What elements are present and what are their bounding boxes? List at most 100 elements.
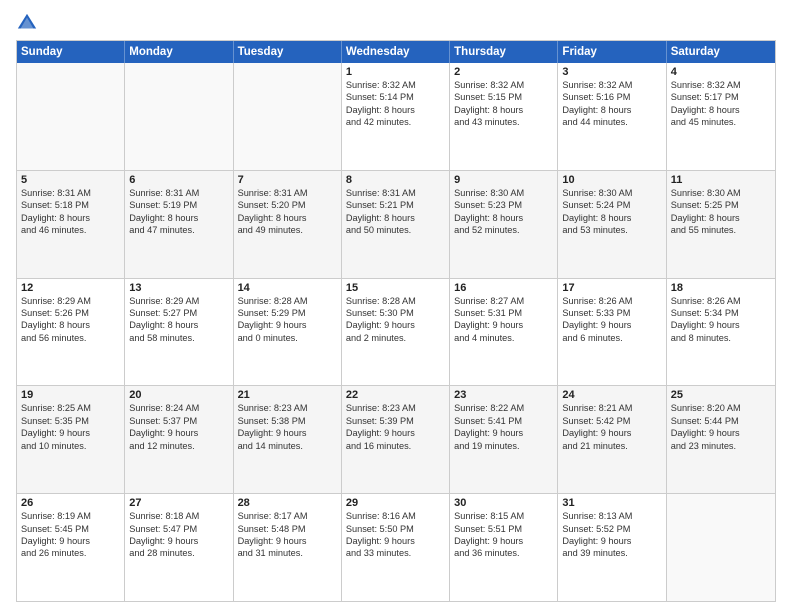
cell-info: Sunrise: 8:29 AMSunset: 5:27 PMDaylight:… [129, 295, 228, 345]
day-number: 19 [21, 389, 120, 401]
day-number: 12 [21, 282, 120, 294]
day-number: 27 [129, 497, 228, 509]
cell-info: Sunrise: 8:24 AMSunset: 5:37 PMDaylight:… [129, 402, 228, 452]
day-number: 16 [454, 282, 553, 294]
cal-header-tuesday: Tuesday [234, 41, 342, 63]
cal-cell-30: 30Sunrise: 8:15 AMSunset: 5:51 PMDayligh… [450, 494, 558, 601]
day-number: 21 [238, 389, 337, 401]
cell-info: Sunrise: 8:21 AMSunset: 5:42 PMDaylight:… [562, 402, 661, 452]
cal-header-saturday: Saturday [667, 41, 775, 63]
day-number: 15 [346, 282, 445, 294]
cell-info: Sunrise: 8:19 AMSunset: 5:45 PMDaylight:… [21, 510, 120, 560]
cell-info: Sunrise: 8:32 AMSunset: 5:17 PMDaylight:… [671, 79, 771, 129]
cal-header-monday: Monday [125, 41, 233, 63]
cell-info: Sunrise: 8:31 AMSunset: 5:18 PMDaylight:… [21, 187, 120, 237]
cal-cell-24: 24Sunrise: 8:21 AMSunset: 5:42 PMDayligh… [558, 386, 666, 493]
cal-cell-3: 3Sunrise: 8:32 AMSunset: 5:16 PMDaylight… [558, 63, 666, 170]
cal-cell-4: 4Sunrise: 8:32 AMSunset: 5:17 PMDaylight… [667, 63, 775, 170]
cell-info: Sunrise: 8:20 AMSunset: 5:44 PMDaylight:… [671, 402, 771, 452]
cell-info: Sunrise: 8:31 AMSunset: 5:21 PMDaylight:… [346, 187, 445, 237]
cal-week-5: 26Sunrise: 8:19 AMSunset: 5:45 PMDayligh… [17, 494, 775, 601]
day-number: 9 [454, 174, 553, 186]
day-number: 13 [129, 282, 228, 294]
cal-cell-10: 10Sunrise: 8:30 AMSunset: 5:24 PMDayligh… [558, 171, 666, 278]
cell-info: Sunrise: 8:27 AMSunset: 5:31 PMDaylight:… [454, 295, 553, 345]
cal-cell-27: 27Sunrise: 8:18 AMSunset: 5:47 PMDayligh… [125, 494, 233, 601]
cal-cell-23: 23Sunrise: 8:22 AMSunset: 5:41 PMDayligh… [450, 386, 558, 493]
cal-cell-9: 9Sunrise: 8:30 AMSunset: 5:23 PMDaylight… [450, 171, 558, 278]
cell-info: Sunrise: 8:22 AMSunset: 5:41 PMDaylight:… [454, 402, 553, 452]
cal-cell-6: 6Sunrise: 8:31 AMSunset: 5:19 PMDaylight… [125, 171, 233, 278]
cal-cell-15: 15Sunrise: 8:28 AMSunset: 5:30 PMDayligh… [342, 279, 450, 386]
calendar: SundayMondayTuesdayWednesdayThursdayFrid… [16, 40, 776, 602]
calendar-header: SundayMondayTuesdayWednesdayThursdayFrid… [17, 41, 775, 63]
day-number: 18 [671, 282, 771, 294]
cell-info: Sunrise: 8:13 AMSunset: 5:52 PMDaylight:… [562, 510, 661, 560]
cal-cell-18: 18Sunrise: 8:26 AMSunset: 5:34 PMDayligh… [667, 279, 775, 386]
day-number: 1 [346, 66, 445, 78]
cal-cell-2: 2Sunrise: 8:32 AMSunset: 5:15 PMDaylight… [450, 63, 558, 170]
cal-week-3: 12Sunrise: 8:29 AMSunset: 5:26 PMDayligh… [17, 279, 775, 387]
cell-info: Sunrise: 8:25 AMSunset: 5:35 PMDaylight:… [21, 402, 120, 452]
cell-info: Sunrise: 8:17 AMSunset: 5:48 PMDaylight:… [238, 510, 337, 560]
cell-info: Sunrise: 8:23 AMSunset: 5:38 PMDaylight:… [238, 402, 337, 452]
logo [16, 12, 40, 34]
day-number: 8 [346, 174, 445, 186]
cal-cell-19: 19Sunrise: 8:25 AMSunset: 5:35 PMDayligh… [17, 386, 125, 493]
day-number: 2 [454, 66, 553, 78]
cal-cell-empty-0-0 [17, 63, 125, 170]
cal-cell-8: 8Sunrise: 8:31 AMSunset: 5:21 PMDaylight… [342, 171, 450, 278]
cell-info: Sunrise: 8:30 AMSunset: 5:23 PMDaylight:… [454, 187, 553, 237]
cal-cell-11: 11Sunrise: 8:30 AMSunset: 5:25 PMDayligh… [667, 171, 775, 278]
day-number: 28 [238, 497, 337, 509]
cal-week-4: 19Sunrise: 8:25 AMSunset: 5:35 PMDayligh… [17, 386, 775, 494]
day-number: 17 [562, 282, 661, 294]
cal-week-1: 1Sunrise: 8:32 AMSunset: 5:14 PMDaylight… [17, 63, 775, 171]
cal-cell-empty-4-6 [667, 494, 775, 601]
page: SundayMondayTuesdayWednesdayThursdayFrid… [0, 0, 792, 612]
cell-info: Sunrise: 8:26 AMSunset: 5:34 PMDaylight:… [671, 295, 771, 345]
cal-week-2: 5Sunrise: 8:31 AMSunset: 5:18 PMDaylight… [17, 171, 775, 279]
cal-cell-16: 16Sunrise: 8:27 AMSunset: 5:31 PMDayligh… [450, 279, 558, 386]
cal-cell-20: 20Sunrise: 8:24 AMSunset: 5:37 PMDayligh… [125, 386, 233, 493]
day-number: 7 [238, 174, 337, 186]
cal-cell-1: 1Sunrise: 8:32 AMSunset: 5:14 PMDaylight… [342, 63, 450, 170]
cell-info: Sunrise: 8:23 AMSunset: 5:39 PMDaylight:… [346, 402, 445, 452]
cell-info: Sunrise: 8:30 AMSunset: 5:25 PMDaylight:… [671, 187, 771, 237]
logo-icon [16, 12, 38, 34]
day-number: 10 [562, 174, 661, 186]
cal-cell-29: 29Sunrise: 8:16 AMSunset: 5:50 PMDayligh… [342, 494, 450, 601]
day-number: 29 [346, 497, 445, 509]
cal-cell-14: 14Sunrise: 8:28 AMSunset: 5:29 PMDayligh… [234, 279, 342, 386]
day-number: 14 [238, 282, 337, 294]
cal-header-thursday: Thursday [450, 41, 558, 63]
day-number: 26 [21, 497, 120, 509]
cell-info: Sunrise: 8:32 AMSunset: 5:15 PMDaylight:… [454, 79, 553, 129]
cal-cell-25: 25Sunrise: 8:20 AMSunset: 5:44 PMDayligh… [667, 386, 775, 493]
cal-cell-26: 26Sunrise: 8:19 AMSunset: 5:45 PMDayligh… [17, 494, 125, 601]
cal-cell-21: 21Sunrise: 8:23 AMSunset: 5:38 PMDayligh… [234, 386, 342, 493]
cell-info: Sunrise: 8:26 AMSunset: 5:33 PMDaylight:… [562, 295, 661, 345]
day-number: 4 [671, 66, 771, 78]
day-number: 20 [129, 389, 228, 401]
cal-cell-7: 7Sunrise: 8:31 AMSunset: 5:20 PMDaylight… [234, 171, 342, 278]
cal-cell-12: 12Sunrise: 8:29 AMSunset: 5:26 PMDayligh… [17, 279, 125, 386]
cell-info: Sunrise: 8:29 AMSunset: 5:26 PMDaylight:… [21, 295, 120, 345]
day-number: 5 [21, 174, 120, 186]
cell-info: Sunrise: 8:31 AMSunset: 5:20 PMDaylight:… [238, 187, 337, 237]
cell-info: Sunrise: 8:28 AMSunset: 5:29 PMDaylight:… [238, 295, 337, 345]
cell-info: Sunrise: 8:18 AMSunset: 5:47 PMDaylight:… [129, 510, 228, 560]
day-number: 30 [454, 497, 553, 509]
cal-cell-22: 22Sunrise: 8:23 AMSunset: 5:39 PMDayligh… [342, 386, 450, 493]
cal-header-sunday: Sunday [17, 41, 125, 63]
cell-info: Sunrise: 8:32 AMSunset: 5:14 PMDaylight:… [346, 79, 445, 129]
cal-cell-5: 5Sunrise: 8:31 AMSunset: 5:18 PMDaylight… [17, 171, 125, 278]
cal-cell-empty-0-2 [234, 63, 342, 170]
day-number: 11 [671, 174, 771, 186]
day-number: 24 [562, 389, 661, 401]
cell-info: Sunrise: 8:28 AMSunset: 5:30 PMDaylight:… [346, 295, 445, 345]
day-number: 6 [129, 174, 228, 186]
cal-cell-13: 13Sunrise: 8:29 AMSunset: 5:27 PMDayligh… [125, 279, 233, 386]
calendar-body: 1Sunrise: 8:32 AMSunset: 5:14 PMDaylight… [17, 63, 775, 601]
cell-info: Sunrise: 8:16 AMSunset: 5:50 PMDaylight:… [346, 510, 445, 560]
